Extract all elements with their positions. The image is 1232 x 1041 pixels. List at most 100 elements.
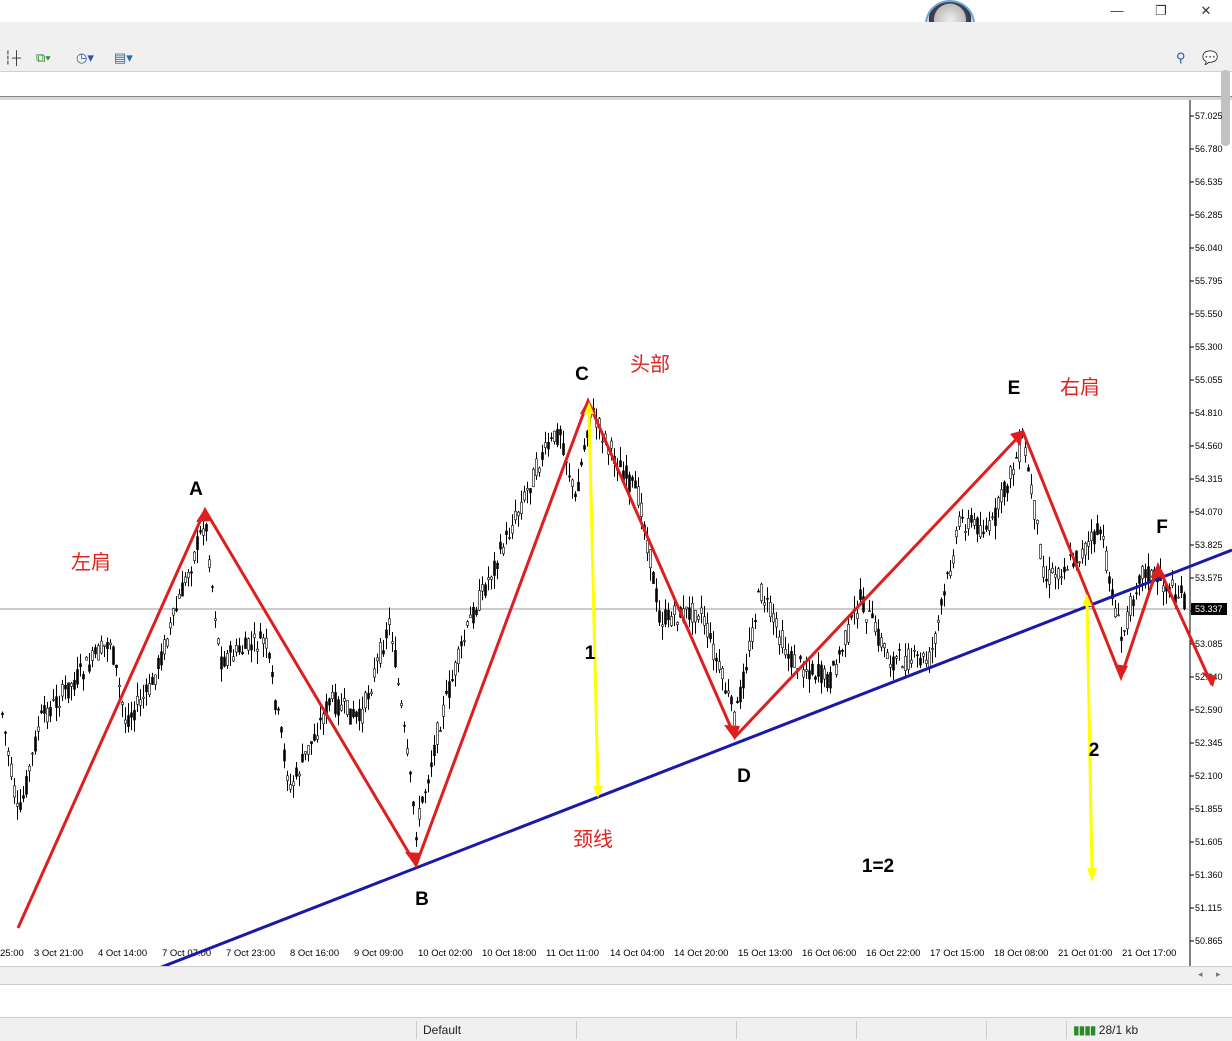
candle-body [772,613,775,623]
candle-body [136,695,139,705]
candle-body [139,699,142,706]
candle-body [721,668,724,680]
candle-body [460,641,463,647]
candle-body [232,656,235,662]
templates-icon[interactable]: ▤▾ [114,47,133,69]
candle-body [268,652,271,659]
candle-body [1132,599,1135,606]
candle-body [784,649,787,656]
candle-body [373,668,376,678]
candle-body [412,801,415,807]
price-tick-label: 51.360 [1195,870,1223,880]
candle-body [481,584,484,592]
candle-body [343,698,346,702]
candle-body [355,711,358,718]
candle-body [1009,466,1012,479]
candle-body [70,682,73,687]
time-tick-label: 3 Oct 21:00 [34,948,83,959]
candle-body [478,590,481,611]
candle-body [169,622,172,629]
candle-body [103,644,106,647]
minimize-button[interactable]: — [1107,2,1127,20]
candle-body [409,771,412,775]
candle-body [418,808,421,820]
time-tick-label: 8 Oct 16:00 [290,948,339,959]
candle-body [1042,566,1045,578]
candle-body [127,715,130,727]
time-tick-label: 10 Oct 18:00 [482,948,536,959]
candle-body [289,784,292,790]
candle-body [421,796,424,803]
candle-body [526,488,529,491]
candle-body [823,668,826,680]
candle-body [334,692,337,715]
candle-body [292,781,295,787]
new-chart-icon[interactable]: ⧉▾ [36,47,51,69]
traffic-label: 28/1 kb [1098,1023,1139,1037]
search-icon[interactable]: ⚲ [1176,47,1186,69]
candle-body [904,656,907,671]
candle-body [1045,578,1048,582]
candle-body [991,516,994,519]
candle-body [64,684,67,690]
scroll-right-icon[interactable]: ▸ [1216,969,1221,980]
price-tick-label: 55.795 [1195,276,1223,286]
period-separator-icon[interactable]: ┆┼ [4,47,21,69]
candle-body [664,609,667,625]
time-tick-label: 15 Oct 13:00 [738,948,792,959]
candle-body [529,488,532,494]
measure-label-2: 2 [1089,740,1100,761]
candle-body [973,519,976,526]
candle-body [49,706,52,717]
candle-body [901,666,904,669]
candle-body [514,511,517,521]
candle-body [298,773,301,777]
candle-body [28,765,31,772]
candle-body [985,525,988,530]
chart-tab-area [0,984,1232,1017]
candle-body [331,692,334,699]
candle-body [829,672,832,689]
candle-body [1123,630,1126,632]
candle-body [778,636,781,645]
candle-body [1183,593,1186,610]
candle-body [520,501,523,514]
candle-body [559,429,562,436]
clock-icon[interactable]: ◷▾ [76,47,94,69]
candle-body [571,479,574,487]
candle-body [31,752,34,755]
candle-body [454,662,457,676]
scroll-left-icon[interactable]: ◂ [1198,969,1203,980]
candle-body [508,537,511,539]
candle-body [1051,567,1054,574]
candle-body [1129,596,1132,616]
close-button[interactable]: ✕ [1196,2,1216,20]
time-tick-label: 9 Oct 09:00 [354,948,403,959]
candle-body [22,795,25,799]
candle-body [922,652,925,657]
candle-body [880,637,883,648]
candle-body [385,629,388,639]
chat-icon[interactable]: 💬 [1202,47,1218,69]
candle-body [889,663,892,668]
candle-body [157,658,160,670]
candle-body [340,704,343,711]
candle-body [868,610,871,613]
candle-body [1120,636,1123,641]
candle-body [313,734,316,741]
candle-body [115,664,118,668]
maximize-button[interactable]: ❐ [1151,2,1171,20]
price-chart[interactable]: 57.025 56.780 56.535 56.285 56.040 55.795 55.5… [0,100,1232,966]
candle-body [886,652,889,659]
candle-body [658,610,661,623]
candle-body [304,751,307,755]
candle-body [673,605,676,616]
candle-body [1036,519,1039,524]
time-tick-label: 7 Oct 23:00 [226,948,275,959]
horizontal-scrollbar[interactable]: ◂ ▸ [0,966,1232,984]
price-tick-label: 53.825 [1195,540,1223,550]
candle-body [547,441,550,450]
candle-body [427,779,430,784]
point-label-a: A [189,479,203,500]
candle-body [424,791,427,794]
